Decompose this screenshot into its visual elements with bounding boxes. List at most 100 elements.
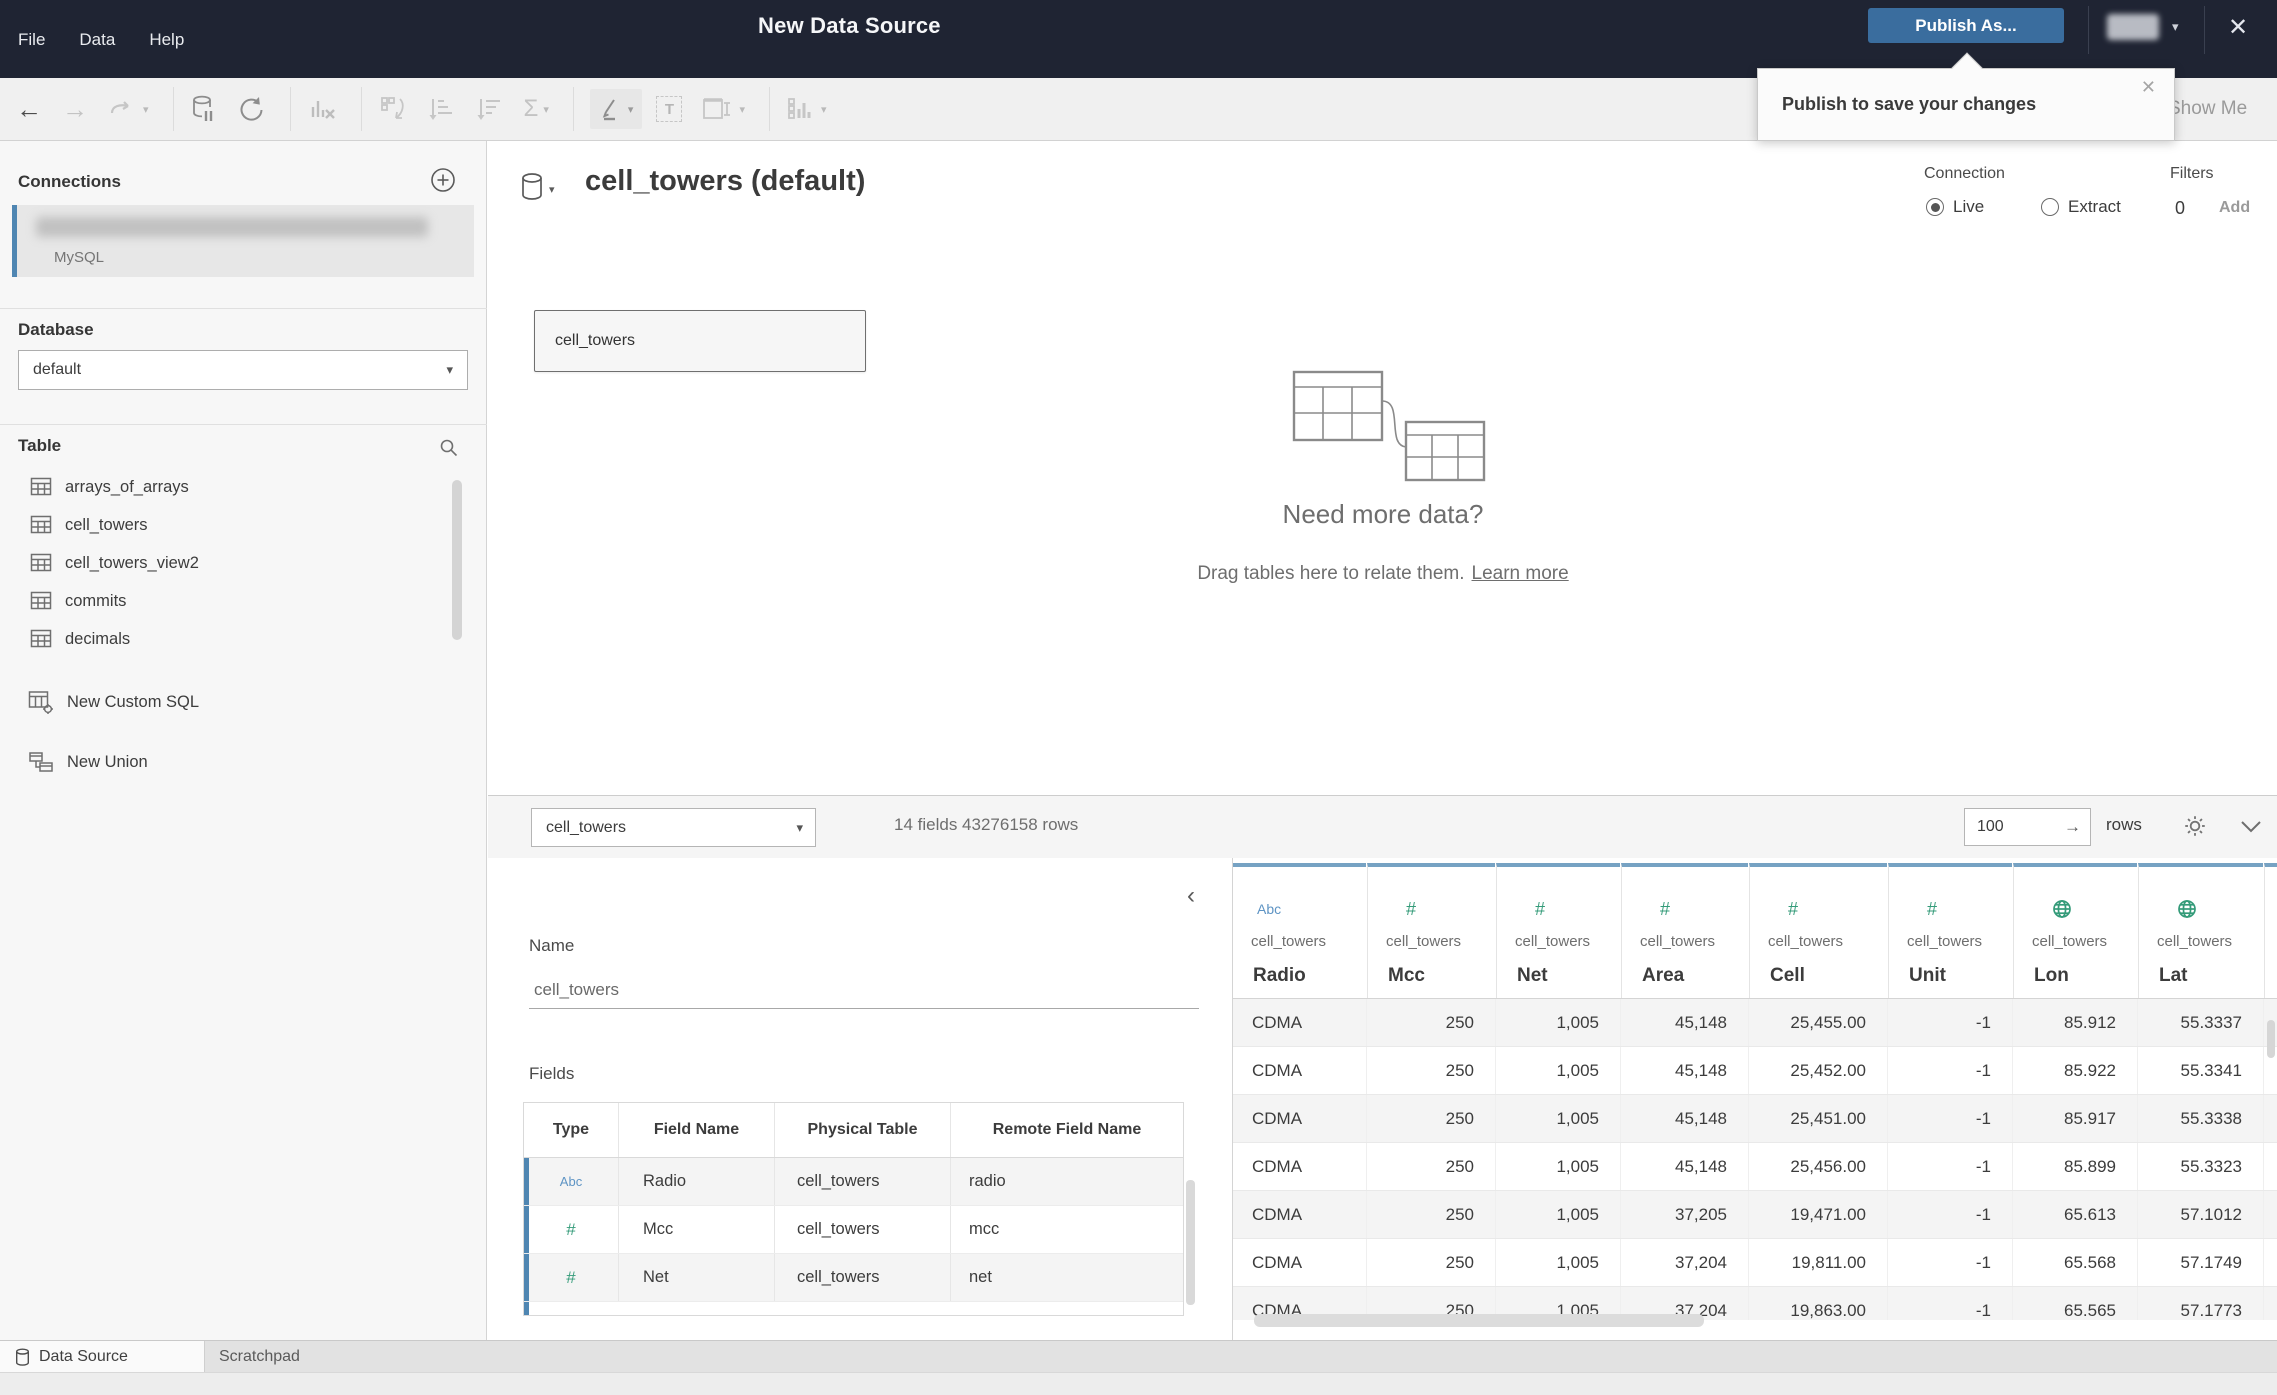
grid-row[interactable]: CDMA 250 1,005 45,148 25,455.00 -1 85.912 55.33… [1233,999,2277,1047]
grid-column-table-label: cell_towers [1640,933,1716,950]
learn-more-link[interactable]: Learn more [1472,563,1569,584]
field-name-cell: Net [619,1254,775,1301]
bottom-strip [0,1372,2277,1395]
grid-column-header-Unit[interactable]: # cell_towers Unit [1888,863,2012,998]
datasource-caret-icon[interactable]: ▾ [549,183,555,196]
grid-cell: 250 [1367,1143,1496,1190]
datasource-cylinder-icon[interactable] [521,172,545,207]
name-value[interactable]: cell_towers [534,980,619,1000]
highlight-caret-icon: ▾ [627,103,634,116]
menu-help[interactable]: Help [149,30,184,50]
undo-icon[interactable]: ← [16,94,42,125]
remote-field-cell: radio [969,1172,1006,1190]
table-list-item-decimals[interactable]: decimals [0,620,446,658]
filters-add-button[interactable]: Add [2219,199,2250,217]
refresh-icon[interactable] [236,94,266,124]
table-list-item-cell_towers[interactable]: cell_towers [0,506,446,544]
connection-type-label: MySQL [54,249,105,266]
preview-table-select[interactable]: cell_towers ▾ [531,808,816,847]
string-type-icon: Abc [559,1174,583,1189]
add-connection-icon[interactable] [430,167,456,198]
grid-column-header-Net[interactable]: # cell_towers Net [1496,863,1620,998]
grid-column-header-Mcc[interactable]: # cell_towers Mcc [1367,863,1495,998]
live-radio-icon[interactable] [1926,198,1944,216]
row-limit-go-icon[interactable]: → [2064,809,2081,845]
table-icon [30,629,52,648]
connection-item[interactable]: MySQL [12,205,474,277]
database-select[interactable]: default ▾ [18,350,468,390]
datasource-title[interactable]: cell_towers (default) [585,165,865,198]
live-radio[interactable]: Live [1926,197,1984,217]
menu-file[interactable]: File [18,30,45,50]
highlight-tool[interactable]: ▾ [589,89,643,129]
grid-cell: -1 [1888,1191,2013,1238]
new-union-button[interactable]: New Union [0,744,420,780]
field-type-cell: # [524,1206,619,1253]
row-limit-input[interactable]: 100 → [1964,808,2091,846]
new-custom-sql-button[interactable]: New Custom SQL [0,684,420,720]
grid-cell: 45,148 [1621,999,1749,1046]
table-list-item-arrays_of_arrays[interactable]: arrays_of_arrays [0,468,446,506]
grid-column-name: Area [1642,965,1685,986]
window-close-icon[interactable]: ✕ [2228,16,2248,40]
tab-scratchpad[interactable]: Scratchpad [205,1341,520,1373]
extract-radio-icon[interactable] [2041,198,2059,216]
pause-updates-icon[interactable] [190,94,216,124]
live-radio-label: Live [1953,197,1985,216]
table-icon [30,477,52,496]
grid-row[interactable]: CDMA 250 1,005 45,148 25,451.00 -1 85.917 55.33… [1233,1095,2277,1143]
drag-tables-text: Drag tables here to relate them. [1197,563,1465,584]
grid-horizontal-scrollbar[interactable] [1254,1314,1704,1327]
table-list-item-cell_towers_view2[interactable]: cell_towers_view2 [0,544,446,582]
user-avatar[interactable] [2107,14,2159,40]
avatar-caret-icon[interactable]: ▾ [2172,19,2179,35]
field-row-Radio[interactable]: Abc Radio cell_towers radio [524,1158,1183,1206]
tooltip-close-icon[interactable]: ✕ [2141,77,2156,98]
table-list-item-commits[interactable]: commits [0,582,446,620]
grid-row[interactable]: CDMA 250 1,005 45,148 25,456.00 -1 85.899 55.33… [1233,1143,2277,1191]
preview-collapse-chevron-icon[interactable] [2240,820,2262,839]
field-row-Net[interactable]: # Net cell_towers net [524,1254,1183,1302]
table-icon [30,553,52,572]
grid-vertical-scrollbar[interactable] [2267,1020,2275,1058]
grid-cell: 45,148 [1621,1047,1749,1094]
grid-column-table-label: cell_towers [1768,933,1844,950]
table-node-cell-towers[interactable]: cell_towers [534,310,866,372]
grid-column-name: Mcc [1388,965,1425,986]
publish-as-button[interactable]: Publish As... [1868,8,2064,43]
grid-cell: 250 [1367,1191,1496,1238]
field-row-Mcc[interactable]: # Mcc cell_towers mcc [524,1206,1183,1254]
grid-cell: 55.3338 [2138,1095,2264,1142]
grid-column-type: # [1889,897,1937,921]
table-search-icon[interactable] [438,437,460,464]
grid-column-header-Lon[interactable]: cell_towers Lon [2013,863,2137,998]
table-list-scrollbar[interactable] [452,480,462,640]
show-me-caret-icon: ▾ [820,103,827,116]
grid-cell: CDMA [1233,1095,1367,1142]
grid-row[interactable]: CDMA 250 1,005 37,205 19,471.00 -1 65.613 57.10… [1233,1191,2277,1239]
grid-row[interactable]: CDMA 250 1,005 37,204 19,811.00 -1 65.568 57.17… [1233,1239,2277,1287]
extract-radio[interactable]: Extract [2041,197,2121,217]
fields-label: Fields [529,1064,575,1083]
grid-column-header-Radio[interactable]: Abc cell_towers Radio [1233,863,1366,998]
preview-settings-gear-icon[interactable] [2182,813,2208,844]
grid-cell: -1 [1888,1239,2013,1286]
menu-data[interactable]: Data [79,30,115,50]
remote-field-cell: mcc [969,1220,1000,1238]
metadata-collapse-icon[interactable]: ‹ [1187,882,1195,910]
grid-cell: 250 [1367,1047,1496,1094]
tab-data-source[interactable]: Data Source [0,1341,205,1373]
titlebar-separator [2088,6,2089,54]
show-me-icon: ▾ [786,95,827,123]
grid-column-header-Area[interactable]: # cell_towers Area [1621,863,1748,998]
grid-cell: 250 [1367,1095,1496,1142]
toolbar-divider [360,87,362,131]
fields-table-scrollbar[interactable] [1186,1180,1195,1305]
grid-column-table-label: cell_towers [2157,933,2233,950]
grid-column-header-Cell[interactable]: # cell_towers Cell [1749,863,1887,998]
text-label-tool: T [656,96,683,122]
grid-column-type [2139,897,2197,921]
show-me-label[interactable]: Show Me [2168,98,2247,120]
grid-column-header-Lat[interactable]: cell_towers Lat [2138,863,2263,998]
grid-row[interactable]: CDMA 250 1,005 45,148 25,452.00 -1 85.922 55.33… [1233,1047,2277,1095]
